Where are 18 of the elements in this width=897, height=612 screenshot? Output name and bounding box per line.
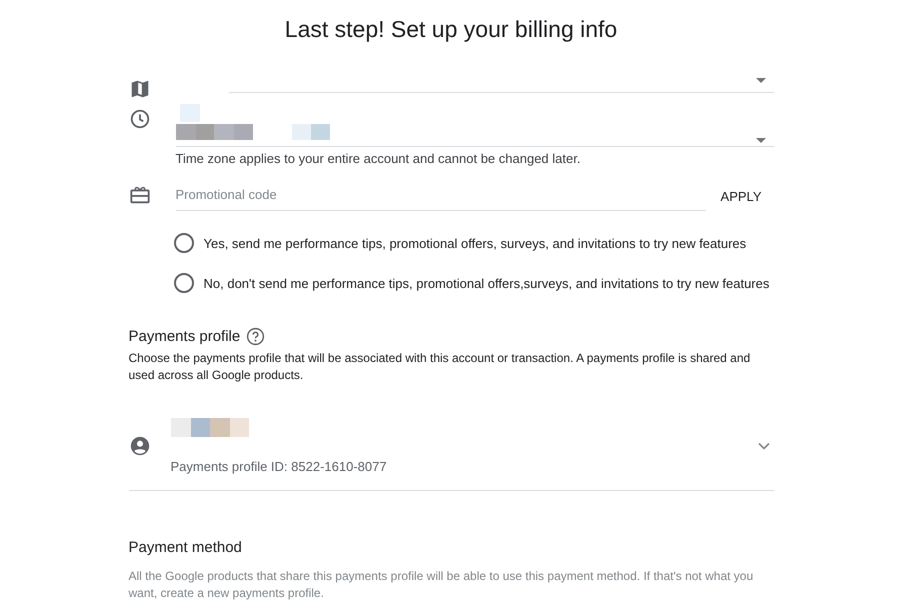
profile-id: Payments profile ID: 8522-1610-8077 [170,459,388,474]
page-title: Last step! Set up your billing info [284,15,618,44]
section-heading: Payments profile [128,328,240,345]
map-icon [128,78,150,100]
radio-button[interactable] [174,233,194,253]
section-description: All the Google products that share this payments profile will be able to use this payment method. If that's not what you want, create a new payments profile. [128,568,754,602]
radio-label: Yes, send me performance tips, promotional offers, surveys, and invitations to try new features [204,236,746,250]
section-description: Choose the payments profile that will be associated with this account or transaction. A payments profile is shared and used across all Google products. [128,350,752,384]
clock-icon [128,108,150,130]
radio-label: No, don't send me performance tips, promotional offers,surveys, and invitations to try new features [204,276,770,290]
help-icon[interactable] [246,327,266,346]
apply-button[interactable]: APPLY [708,183,774,210]
profile-selector[interactable]: Payments profile ID: 8522-1610-8077 [128,398,774,491]
time-zone-helper: Time zone applies to your entire account and cannot be changed later. [176,151,582,166]
section-heading: Payment method [128,539,243,556]
radio-button[interactable] [174,273,194,293]
gift-card-icon [128,184,150,206]
account-icon [128,435,150,457]
